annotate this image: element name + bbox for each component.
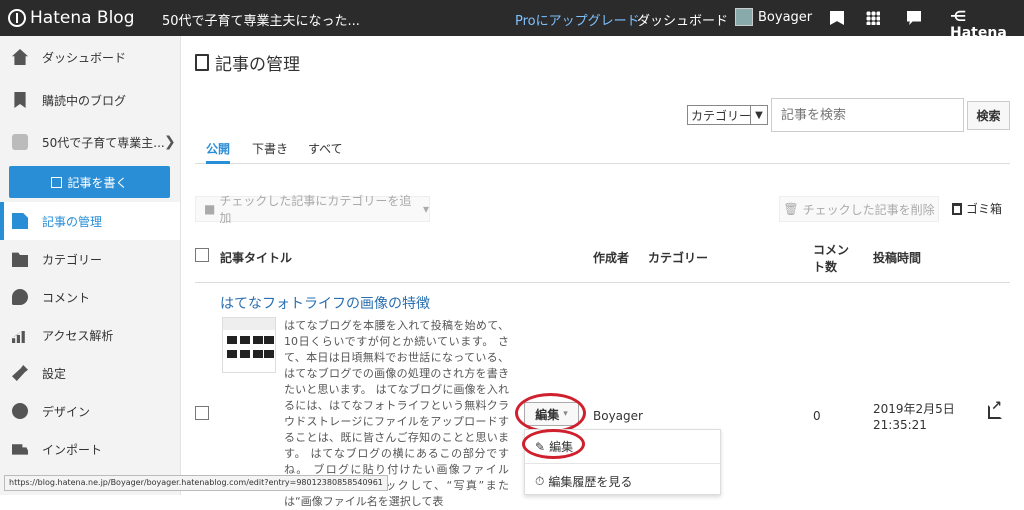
status-url: https://blog.hatena.ne.jp/Boyager/boyage… xyxy=(4,475,388,491)
wrench-icon xyxy=(12,365,28,381)
blog-icon xyxy=(12,134,28,150)
status-tabs: 公開 下書き すべて xyxy=(195,140,1010,164)
author-cell: Boyager xyxy=(593,409,643,423)
hatena-brand-link[interactable]: ⋲ Hatena xyxy=(950,9,1024,41)
tab-published[interactable]: 公開 xyxy=(206,140,231,164)
palette-icon xyxy=(12,403,28,419)
write-article-button[interactable]: 記事を書く xyxy=(9,166,170,198)
chevron-right-icon: ❯ xyxy=(164,134,176,150)
tab-all[interactable]: すべて xyxy=(308,140,343,164)
document-icon xyxy=(12,213,28,229)
column-header-comments-1: コメン xyxy=(813,243,850,257)
row-checkbox[interactable] xyxy=(195,406,209,420)
folder-icon xyxy=(12,252,28,267)
column-header-category: カテゴリー xyxy=(648,251,709,265)
home-icon xyxy=(12,49,28,65)
sidebar-item-dashboard[interactable]: ダッシュボード xyxy=(0,38,180,76)
avatar xyxy=(735,8,753,26)
comments-cell: 0 xyxy=(813,409,821,423)
trash-link[interactable]: ゴミ箱 xyxy=(952,200,1002,217)
sidebar-item-label: アクセス解析 xyxy=(42,328,114,343)
hatena-logo-icon xyxy=(8,9,26,27)
tab-drafts[interactable]: 下書き xyxy=(252,140,288,164)
folder-icon: ■ xyxy=(204,202,216,216)
trash-icon: 🗑 xyxy=(783,202,799,216)
search-input[interactable] xyxy=(771,98,964,132)
username: Boyager xyxy=(758,9,813,25)
entry-thumbnail xyxy=(222,317,276,373)
document-icon xyxy=(195,54,209,71)
sidebar-item-blog[interactable]: 50代で子育て専業主... ❯ xyxy=(0,123,180,161)
sidebar-item-articles[interactable]: 記事の管理 xyxy=(0,202,180,240)
truck-icon xyxy=(12,444,28,455)
entry-title-link[interactable]: はてなフォトライフの画像の特徴 xyxy=(220,293,430,313)
column-header-posted: 投稿時間 xyxy=(873,251,922,265)
delete-checked-button[interactable]: 🗑 チェックした記事を削除 xyxy=(779,196,939,222)
dashboard-link[interactable]: ダッシュボード xyxy=(637,10,728,29)
hatena-blog-logo[interactable]: Hatena Blog xyxy=(8,8,135,28)
sidebar-item-label: ダッシュボード xyxy=(42,50,127,65)
sidebar-item-label: コメント xyxy=(42,290,91,305)
select-all-checkbox[interactable] xyxy=(195,248,209,262)
highlight-circle xyxy=(515,393,586,433)
sidebar-item-design[interactable]: デザイン xyxy=(0,392,180,430)
top-bar: Hatena Blog 50代で子育て専業主夫になった... Proにアップグレ… xyxy=(0,0,1024,41)
posted-date: 2019年2月5日 xyxy=(873,402,955,416)
sidebar-item-import[interactable]: インポート xyxy=(0,430,180,468)
divider xyxy=(525,463,720,464)
pen-icon xyxy=(51,176,63,188)
sidebar-item-settings[interactable]: 設定 xyxy=(0,354,180,392)
sidebar-item-label: インポート xyxy=(42,442,103,457)
category-select[interactable]: カテゴリー ▼ xyxy=(687,105,768,125)
sidebar-item-label: カテゴリー xyxy=(42,252,103,267)
sidebar-item-subscriptions[interactable]: 購読中のブログ xyxy=(0,81,180,119)
sidebar-item-comments[interactable]: コメント xyxy=(0,278,180,316)
comment-icon xyxy=(12,289,28,305)
notification-chat-icon[interactable] xyxy=(907,11,921,25)
bookmark-icon xyxy=(14,92,26,108)
apps-grid-icon[interactable] xyxy=(866,11,880,25)
menu-item-history[interactable]: ⏱ 編集履歴を見る xyxy=(535,473,632,490)
column-header-comments-2: ト数 xyxy=(813,260,838,274)
logo-text: Hatena Blog xyxy=(30,8,135,28)
caret-down-icon: ▾ xyxy=(422,202,429,216)
add-category-button[interactable]: ■ チェックした記事にカテゴリーを追加 ▾ xyxy=(195,194,430,225)
divider xyxy=(195,282,1010,283)
search-button[interactable]: 検索 xyxy=(967,101,1010,130)
sidebar-item-analytics[interactable]: アクセス解析 xyxy=(0,316,180,354)
blog-title-link[interactable]: 50代で子育て専業主夫になった... xyxy=(162,10,360,29)
sidebar: ダッシュボード 購読中のブログ 50代で子育て専業主... ❯ 記事を書く 記事… xyxy=(0,36,181,495)
trash-icon xyxy=(952,202,962,215)
chevron-down-icon: ▼ xyxy=(750,106,767,124)
highlight-circle xyxy=(522,429,585,459)
sidebar-item-label: 購読中のブログ xyxy=(42,93,127,108)
bookmark-icon[interactable] xyxy=(830,11,844,25)
bar-chart-icon xyxy=(12,331,25,343)
sidebar-item-label: 設定 xyxy=(42,366,67,381)
user-menu[interactable]: Boyager xyxy=(735,8,812,26)
page-title: 記事の管理 xyxy=(195,50,300,75)
sidebar-item-label: デザイン xyxy=(42,404,91,419)
clock-icon: ⏱ xyxy=(535,474,545,488)
sidebar-item-category[interactable]: カテゴリー xyxy=(0,240,180,278)
posted-time: 21:35:21 xyxy=(873,418,927,432)
pro-upgrade-link[interactable]: Proにアップグレード xyxy=(515,10,640,29)
sidebar-item-label: 50代で子育て専業主... xyxy=(42,135,165,150)
sidebar-item-label: 記事の管理 xyxy=(42,214,103,229)
column-header-title: 記事タイトル xyxy=(220,251,293,265)
column-header-author: 作成者 xyxy=(593,251,630,265)
external-link-icon[interactable] xyxy=(988,399,1002,419)
